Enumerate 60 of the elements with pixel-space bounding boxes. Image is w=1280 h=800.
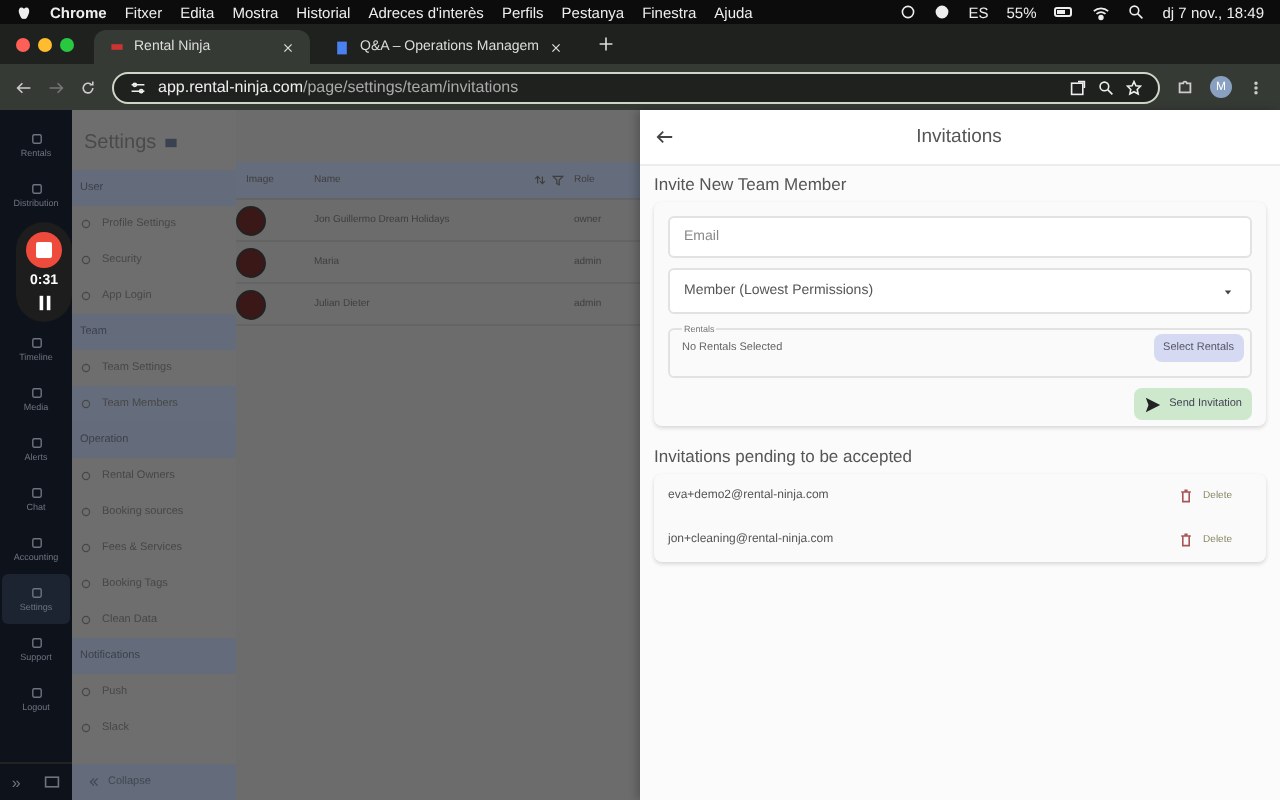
nav-icon: [29, 686, 43, 700]
pause-icon: [35, 293, 53, 312]
back-icon: [656, 128, 674, 146]
menu-item-icon: [80, 398, 92, 410]
menu-item-icon: [80, 254, 92, 266]
battery-icon: [1054, 2, 1075, 22]
menu-item-icon: [80, 470, 92, 482]
menu-item-icon: [80, 614, 92, 626]
search-icon: [1128, 4, 1145, 20]
nav-icon: [29, 486, 43, 500]
open-external-icon: [1070, 79, 1086, 95]
avatar: [236, 289, 266, 319]
menu-item-icon: [80, 362, 92, 374]
zoom-icon: [1098, 79, 1114, 95]
close-icon: [282, 41, 294, 53]
nav-icon: [29, 132, 43, 146]
close-window-button[interactable]: [16, 37, 30, 51]
star-icon: [1126, 79, 1142, 95]
apple-icon: [16, 4, 32, 20]
nav-icon: [29, 182, 43, 196]
nav-icon: [29, 636, 43, 650]
document-icon: [334, 39, 350, 55]
back-icon: [16, 79, 32, 95]
menu-item-icon: [80, 290, 92, 302]
pending-heading: Invitations pending to be accepted: [654, 446, 915, 466]
forward-icon: [48, 79, 64, 95]
menu-item-icon: [80, 506, 92, 518]
zoom-window-button[interactable]: [60, 37, 74, 51]
nav-icon: [29, 436, 43, 450]
avatar: [236, 205, 266, 235]
filter-icon: [552, 174, 564, 186]
nav-icon: [29, 536, 43, 550]
close-icon: [549, 41, 561, 53]
wifi-icon: [1092, 3, 1111, 21]
menu-item-icon: [80, 722, 92, 734]
collapse-icon: [88, 776, 100, 788]
new-tab-icon: [597, 36, 613, 52]
sort-icon: [534, 174, 546, 186]
reload-icon: [80, 79, 96, 95]
send-icon: [1143, 395, 1162, 413]
nav-icon: [29, 336, 43, 350]
trash-icon: [1177, 532, 1194, 548]
form-heading: Invite New Team Member: [654, 174, 849, 194]
puzzle-icon: [1176, 78, 1194, 96]
panel-icon: [44, 774, 61, 790]
trash-icon: [1177, 488, 1194, 504]
menu-item-icon: [80, 542, 92, 554]
menu-item-icon: [80, 686, 92, 698]
panel-title: Invitations: [914, 126, 1004, 148]
menu-item-icon: [80, 218, 92, 230]
nav-icon: [29, 386, 43, 400]
address-bar[interactable]: app.rental-ninja.com/page/settings/team/invitations: [112, 71, 1160, 103]
avatar: [236, 247, 266, 277]
stop-recording-button[interactable]: [26, 232, 62, 269]
minimize-window-button[interactable]: [38, 37, 52, 51]
expand-button[interactable]: »: [11, 773, 21, 791]
more-icon: [1248, 79, 1264, 95]
site-settings-icon: [130, 79, 146, 95]
nav-icon: [29, 586, 43, 600]
menu-item-icon: [80, 578, 92, 590]
